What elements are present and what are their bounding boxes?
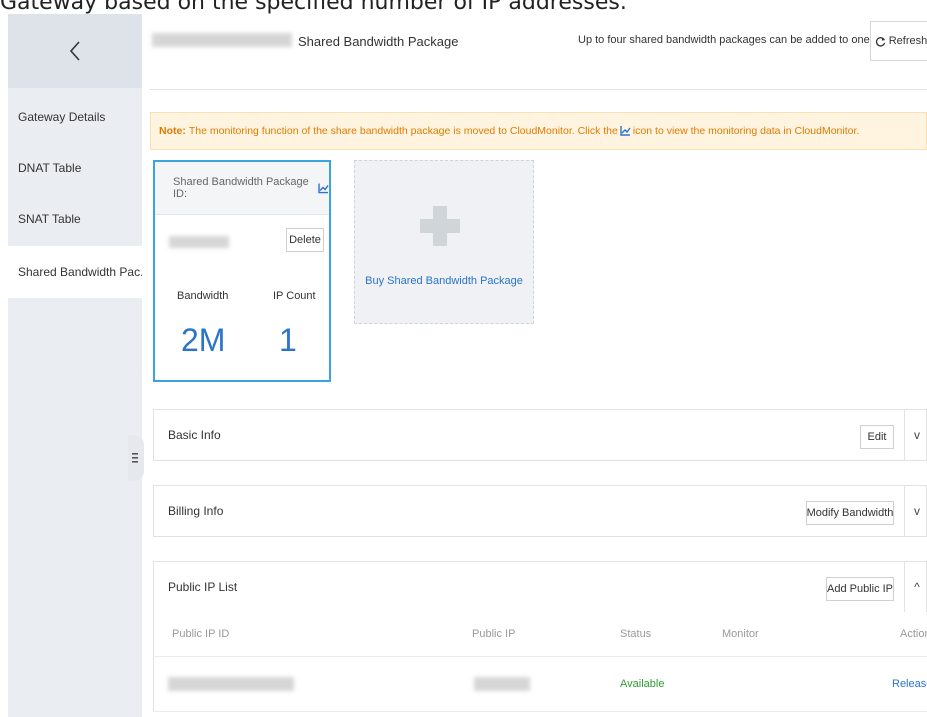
public-ip-panel: Public IP List Add Public IP ^: [153, 561, 927, 613]
notice-text-after: icon to view the monitoring data in Clou…: [632, 125, 860, 137]
sidebar-collapse-handle[interactable]: [128, 435, 144, 481]
notice-prefix: Note:: [159, 125, 186, 137]
sidebar-item-shared-bandwidth[interactable]: Shared Bandwidth Pac...: [8, 246, 142, 298]
add-public-ip-button[interactable]: Add Public IP: [826, 577, 894, 601]
notice-text-before: The monitoring function of the share ban…: [188, 125, 618, 137]
table-row: Available Release: [153, 656, 927, 712]
ip-count-label: IP Count: [273, 290, 316, 302]
plus-icon-bar: [420, 219, 460, 233]
sidebar-item-snat-table[interactable]: SNAT Table: [8, 193, 142, 245]
bandwidth-package-card: Shared Bandwidth Package ID: Delete Band…: [153, 160, 331, 382]
notice-banner: Note: The monitoring function of the sha…: [150, 112, 927, 150]
buy-package-link[interactable]: Buy Shared Bandwidth Package: [355, 275, 533, 287]
column-header-public-ip-id: Public IP ID: [172, 628, 230, 640]
bandwidth-value: 2M: [181, 322, 226, 358]
billing-info-title: Billing Info: [168, 504, 224, 518]
status-value: Available: [620, 678, 665, 690]
gateway-name-redacted: [152, 33, 292, 47]
chart-monitor-icon[interactable]: [318, 182, 329, 194]
public-ip-title: Public IP List: [168, 580, 238, 594]
refresh-icon: [875, 36, 885, 47]
chevron-up-icon[interactable]: ^: [904, 562, 927, 612]
package-id-label: Shared Bandwidth Package ID:: [173, 176, 309, 200]
basic-info-panel: Basic Info Edit v: [153, 409, 927, 461]
page-title: Shared Bandwidth Package: [298, 34, 459, 49]
sidebar-item-gateway-details[interactable]: Gateway Details: [8, 91, 142, 143]
refresh-button[interactable]: Refresh: [870, 21, 927, 61]
table-header: Public IP ID Public IP Status Monitor Ac…: [153, 612, 927, 656]
chevron-down-icon[interactable]: v: [904, 410, 927, 460]
buy-package-card[interactable]: Buy Shared Bandwidth Package: [354, 160, 534, 324]
column-header-public-ip: Public IP: [472, 628, 516, 640]
bandwidth-label: Bandwidth: [177, 290, 229, 302]
billing-info-panel: Billing Info Modify Bandwidth v: [153, 485, 927, 537]
header-divider: [150, 89, 927, 90]
ip-count-value: 1: [279, 322, 297, 358]
basic-info-title: Basic Info: [168, 428, 221, 442]
column-header-monitor: Monitor: [722, 628, 759, 640]
sidebar: Gateway Details DNAT Table SNAT Table Sh…: [8, 14, 142, 717]
chart-monitor-icon: [620, 126, 631, 136]
chevron-left-icon: [69, 41, 80, 61]
public-ip-redacted: [474, 677, 530, 691]
back-button[interactable]: [8, 14, 142, 88]
edit-button[interactable]: Edit: [860, 425, 894, 449]
column-header-actions: Actions: [900, 628, 927, 640]
delete-button[interactable]: Delete: [286, 228, 324, 252]
package-id-redacted: [169, 236, 229, 248]
sidebar-item-dnat-table[interactable]: DNAT Table: [8, 142, 142, 194]
public-ip-id-redacted: [168, 677, 294, 691]
column-header-status: Status: [620, 628, 652, 640]
modify-bandwidth-button[interactable]: Modify Bandwidth: [806, 501, 894, 525]
menu-icon: [132, 453, 138, 463]
refresh-label: Refresh: [888, 35, 927, 47]
header-note: Up to four shared bandwidth packages can…: [578, 34, 916, 46]
chevron-down-icon[interactable]: v: [904, 486, 927, 536]
card-header: Shared Bandwidth Package ID:: [155, 162, 329, 215]
release-link[interactable]: Release: [892, 657, 927, 711]
